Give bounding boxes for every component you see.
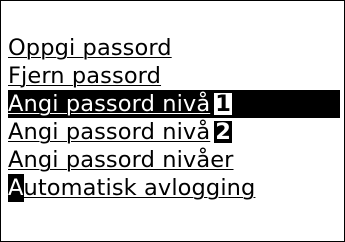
- menu-item-enter-password[interactable]: Oppgi passord: [8, 34, 340, 62]
- menu-item-set-password-levels[interactable]: Angi passord nivåer: [8, 146, 340, 174]
- display-screen: Oppgi passord Fjern passord Angi passord…: [0, 0, 345, 242]
- menu-item-label: Angi passord nivåer: [8, 147, 234, 173]
- menu-item-set-password-level-1[interactable]: Angi passord nivå 1: [8, 90, 340, 118]
- menu-item-set-password-level-2[interactable]: Angi passord nivå 2: [8, 118, 340, 146]
- menu-item-label: utomatisk avlogging: [23, 175, 256, 201]
- level-indicator: 1: [214, 91, 232, 117]
- menu-item-label: Oppgi passord: [8, 35, 172, 61]
- password-menu: Oppgi passord Fjern passord Angi passord…: [8, 34, 340, 202]
- text-cursor: A: [8, 174, 24, 202]
- menu-item-label: Angi passord nivå: [8, 91, 211, 117]
- level-indicator: 2: [214, 119, 232, 145]
- menu-item-label: Angi passord nivå: [8, 119, 211, 145]
- menu-item-remove-password[interactable]: Fjern passord: [8, 62, 340, 90]
- menu-item-automatic-logout[interactable]: Automatisk avlogging: [8, 174, 340, 202]
- menu-item-label: Fjern passord: [8, 63, 162, 89]
